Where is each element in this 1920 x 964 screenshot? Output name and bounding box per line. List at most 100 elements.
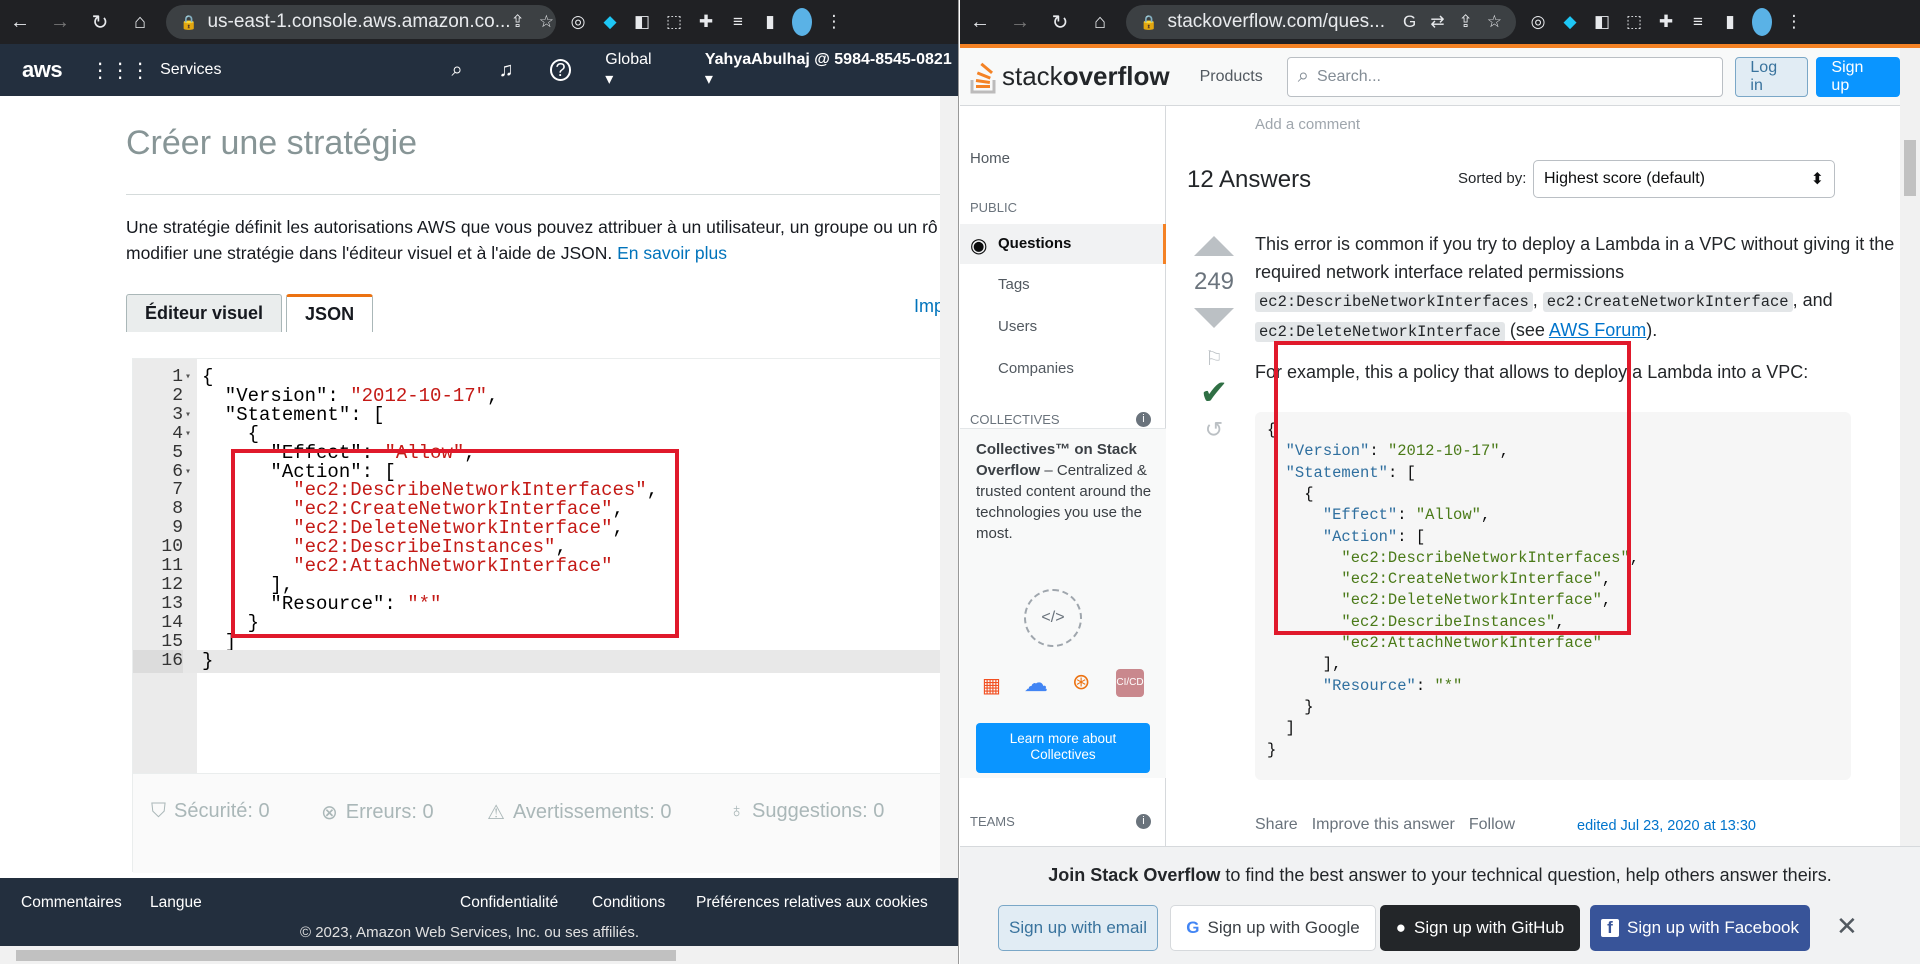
puzzle-icon[interactable]: ✚ — [1656, 12, 1676, 32]
signup-google-button[interactable]: G Sign up with Google — [1170, 905, 1376, 951]
share-icon[interactable]: ⇪ — [511, 12, 525, 32]
button-label: Sign up with GitHub — [1414, 918, 1565, 937]
share-icon[interactable]: ⇪ — [1459, 12, 1473, 32]
sort-select[interactable]: Highest score (default) ⬍ — [1533, 160, 1835, 198]
profile-avatar[interactable] — [1752, 8, 1772, 36]
menu-kebab-icon[interactable]: ⋮ — [824, 12, 844, 32]
reload-icon[interactable]: ↻ — [80, 10, 120, 35]
aws-forum-link[interactable]: AWS Forum — [1549, 320, 1646, 340]
signup-button[interactable]: Sign up — [1816, 56, 1900, 97]
extension-icon[interactable]: ◎ — [1528, 12, 1548, 32]
scrollbar-thumb[interactable] — [16, 950, 676, 961]
follow-link[interactable]: Follow — [1469, 816, 1515, 834]
search-input[interactable]: ⌕ Search... — [1286, 56, 1724, 97]
status-warnings[interactable]: ⚠ Avertissements: 0 — [487, 800, 672, 825]
media-icon[interactable]: ≡ — [1688, 12, 1708, 32]
forward-icon[interactable]: → — [1000, 11, 1040, 34]
footer-language-link[interactable]: Langue — [150, 894, 202, 912]
back-icon[interactable]: ← — [960, 11, 1000, 34]
button-label: Sign up with Google — [1207, 918, 1360, 937]
home-icon[interactable]: ⌂ — [120, 11, 160, 34]
vertical-scrollbar[interactable] — [1900, 48, 1920, 846]
sidebar-item-tags[interactable]: Tags — [998, 276, 1030, 293]
footer-terms-link[interactable]: Conditions — [592, 894, 665, 912]
bookmark-star-icon[interactable]: ☆ — [1487, 12, 1502, 32]
translate-icon[interactable]: ⇄ — [1430, 12, 1444, 32]
extension-icon[interactable]: ◆ — [1560, 12, 1580, 32]
reload-icon[interactable]: ↻ — [1040, 10, 1080, 35]
extension-icon[interactable]: ◆ — [600, 12, 620, 32]
edited-timestamp-link[interactable]: edited Jul 23, 2020 at 13:30 — [1577, 818, 1756, 834]
warning-icon: ⚠ — [487, 802, 505, 824]
learn-more-collectives-button[interactable]: Learn more about Collectives — [976, 723, 1150, 773]
extensions: ◎ ◆ ◧ ⬚ ✚ ≡ ▮ ⋮ — [568, 8, 844, 36]
status-security[interactable]: ⛉ Sécurité: 0 — [151, 800, 270, 823]
vertical-scrollbar[interactable] — [940, 96, 958, 946]
screenshot-icon[interactable]: ⬚ — [664, 12, 684, 32]
aws-logo[interactable]: aws — [22, 57, 63, 83]
extension-icon[interactable]: ◧ — [632, 12, 652, 32]
sidepanel-icon[interactable]: ▮ — [760, 12, 780, 32]
sidepanel-icon[interactable]: ▮ — [1720, 12, 1740, 32]
tab-visual-editor[interactable]: Éditeur visuel — [126, 294, 283, 332]
info-icon[interactable]: i — [1136, 412, 1151, 427]
address-bar[interactable]: 🔒 stackoverflow.com/ques... G ⇄ ⇪ ☆ — [1126, 5, 1516, 39]
signup-facebook-button[interactable]: f Sign up with Facebook — [1590, 905, 1810, 951]
code-token: , — [1629, 548, 1640, 567]
extension-icon[interactable]: ◧ — [1592, 12, 1612, 32]
share-link[interactable]: Share — [1255, 816, 1298, 834]
signup-email-button[interactable]: Sign up with email — [998, 905, 1158, 951]
tab-json[interactable]: JSON — [286, 294, 374, 332]
bookmark-icon[interactable]: ⚐ — [1187, 346, 1241, 371]
footer-privacy-link[interactable]: Confidentialité — [460, 894, 558, 912]
back-icon[interactable]: ← — [0, 11, 40, 34]
url-text: stackoverflow.com/ques... — [1167, 11, 1385, 32]
close-icon[interactable]: ✕ — [1836, 911, 1858, 942]
answer-paragraph: This error is common if you try to deplo… — [1255, 234, 1895, 342]
stackoverflow-logo[interactable]: stack overflow — [970, 60, 1170, 94]
upvote-icon[interactable] — [1194, 236, 1234, 256]
sidebar-item-users[interactable]: Users — [998, 318, 1037, 335]
sidebar-item-questions[interactable]: ◉ Questions — [960, 224, 1166, 264]
media-icon[interactable]: ≡ — [728, 12, 748, 32]
page-title: Créer une stratégie — [126, 124, 418, 162]
google-icon[interactable]: G — [1403, 12, 1416, 32]
address-bar[interactable]: 🔒 us-east-1.console.aws.amazon.co... ⇪ ☆ — [166, 5, 556, 39]
screenshot-icon[interactable]: ⬚ — [1624, 12, 1644, 32]
menu-kebab-icon[interactable]: ⋮ — [1784, 12, 1804, 32]
footer-feedback-link[interactable]: Commentaires — [21, 894, 122, 912]
horizontal-scrollbar[interactable] — [0, 946, 958, 964]
vote-column: 249 ⚐ ✔ ↺ — [1187, 236, 1241, 443]
region-selector[interactable]: Global ▾ — [605, 51, 663, 89]
improve-answer-link[interactable]: Improve this answer — [1312, 816, 1455, 834]
puzzle-icon[interactable]: ✚ — [696, 12, 716, 32]
status-errors[interactable]: ⊗ Erreurs: 0 — [321, 800, 434, 825]
search-icon[interactable]: ⌕ — [451, 59, 462, 82]
code-text: } — [202, 650, 213, 673]
notifications-bell-icon[interactable]: ♫ — [499, 59, 514, 82]
footer-cookies-link[interactable]: Préférences relatives aux cookies — [696, 894, 928, 912]
profile-avatar[interactable] — [792, 8, 812, 36]
history-icon[interactable]: ↺ — [1187, 417, 1241, 443]
sidebar-item-home[interactable]: Home — [970, 150, 1010, 167]
forward-icon[interactable]: → — [40, 11, 80, 34]
inline-code: ec2:DeleteNetworkInterface — [1255, 322, 1505, 342]
sidebar-item-companies[interactable]: Companies — [998, 360, 1074, 377]
answers-content: Add a comment 12 Answers Sorted by: High… — [1167, 106, 1900, 846]
add-comment-link[interactable]: Add a comment — [1255, 116, 1360, 133]
products-menu[interactable]: Products — [1200, 68, 1263, 86]
extension-icon[interactable]: ◎ — [568, 12, 588, 32]
info-icon[interactable]: i — [1136, 814, 1151, 829]
scrollbar-thumb[interactable] — [1904, 140, 1916, 196]
signup-github-button[interactable]: ● Sign up with GitHub — [1380, 905, 1580, 951]
downvote-icon[interactable] — [1194, 308, 1234, 328]
account-menu[interactable]: YahyaAbulhaj @ 5984-8545-0821 ▾ — [705, 51, 958, 89]
login-button[interactable]: Log in — [1735, 56, 1809, 97]
services-grid-icon[interactable]: ⋮⋮⋮ — [90, 58, 150, 83]
help-icon[interactable]: ? — [549, 59, 572, 81]
learn-more-link[interactable]: En savoir plus — [617, 243, 727, 263]
bookmark-star-icon[interactable]: ☆ — [539, 12, 554, 32]
home-icon[interactable]: ⌂ — [1080, 11, 1120, 34]
status-suggestions[interactable]: ♁ Suggestions: 0 — [729, 800, 884, 823]
services-menu[interactable]: Services — [160, 61, 221, 79]
